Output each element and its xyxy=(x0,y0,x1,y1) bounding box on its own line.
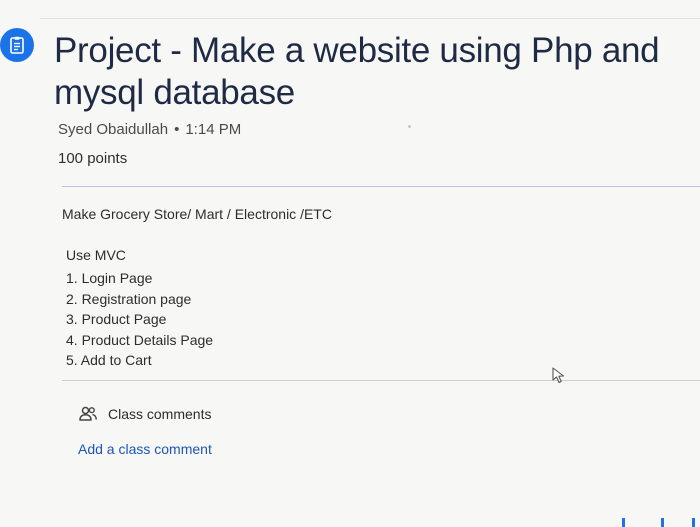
points-label: 100 points xyxy=(58,150,128,167)
separator: • xyxy=(174,121,180,138)
author-name: Syed Obaidullah xyxy=(58,121,169,138)
list-item: 5. Add to Cart xyxy=(66,352,152,368)
post-time: 1:14 PM xyxy=(185,121,242,138)
stray-dot xyxy=(408,125,411,128)
add-class-comment-link[interactable]: Add a class comment xyxy=(78,441,212,457)
bottom-mark xyxy=(622,518,625,527)
mvc-line: Use MVC xyxy=(66,247,126,263)
list-item: 1. Login Page xyxy=(66,270,153,286)
mouse-cursor-icon xyxy=(551,366,569,386)
class-comments-header: Class comments xyxy=(78,404,211,424)
author-line: Syed Obaidullah • 1:14 PM xyxy=(58,121,241,138)
top-divider xyxy=(40,0,700,19)
assignment-icon xyxy=(0,28,34,62)
bottom-mark xyxy=(692,518,695,527)
comments-divider xyxy=(62,380,700,381)
list-item: 2. Registration page xyxy=(66,290,192,307)
class-comments-label: Class comments xyxy=(108,406,212,422)
description-line: Make Grocery Store/ Mart / Electronic /E… xyxy=(62,206,332,222)
bottom-mark xyxy=(661,518,664,527)
page-title: Project - Make a website using Php and m… xyxy=(54,31,660,112)
list-item: 4. Product Details Page xyxy=(66,331,214,348)
requirements-list: 1. Login Page 2. Registration page 3. Pr… xyxy=(66,268,213,371)
people-icon xyxy=(78,404,98,424)
assignment-page: Project - Make a website using Php and m… xyxy=(0,0,700,527)
bottom-edge xyxy=(0,516,700,527)
list-item: 3. Product Page xyxy=(66,311,167,327)
header-divider xyxy=(62,186,700,187)
